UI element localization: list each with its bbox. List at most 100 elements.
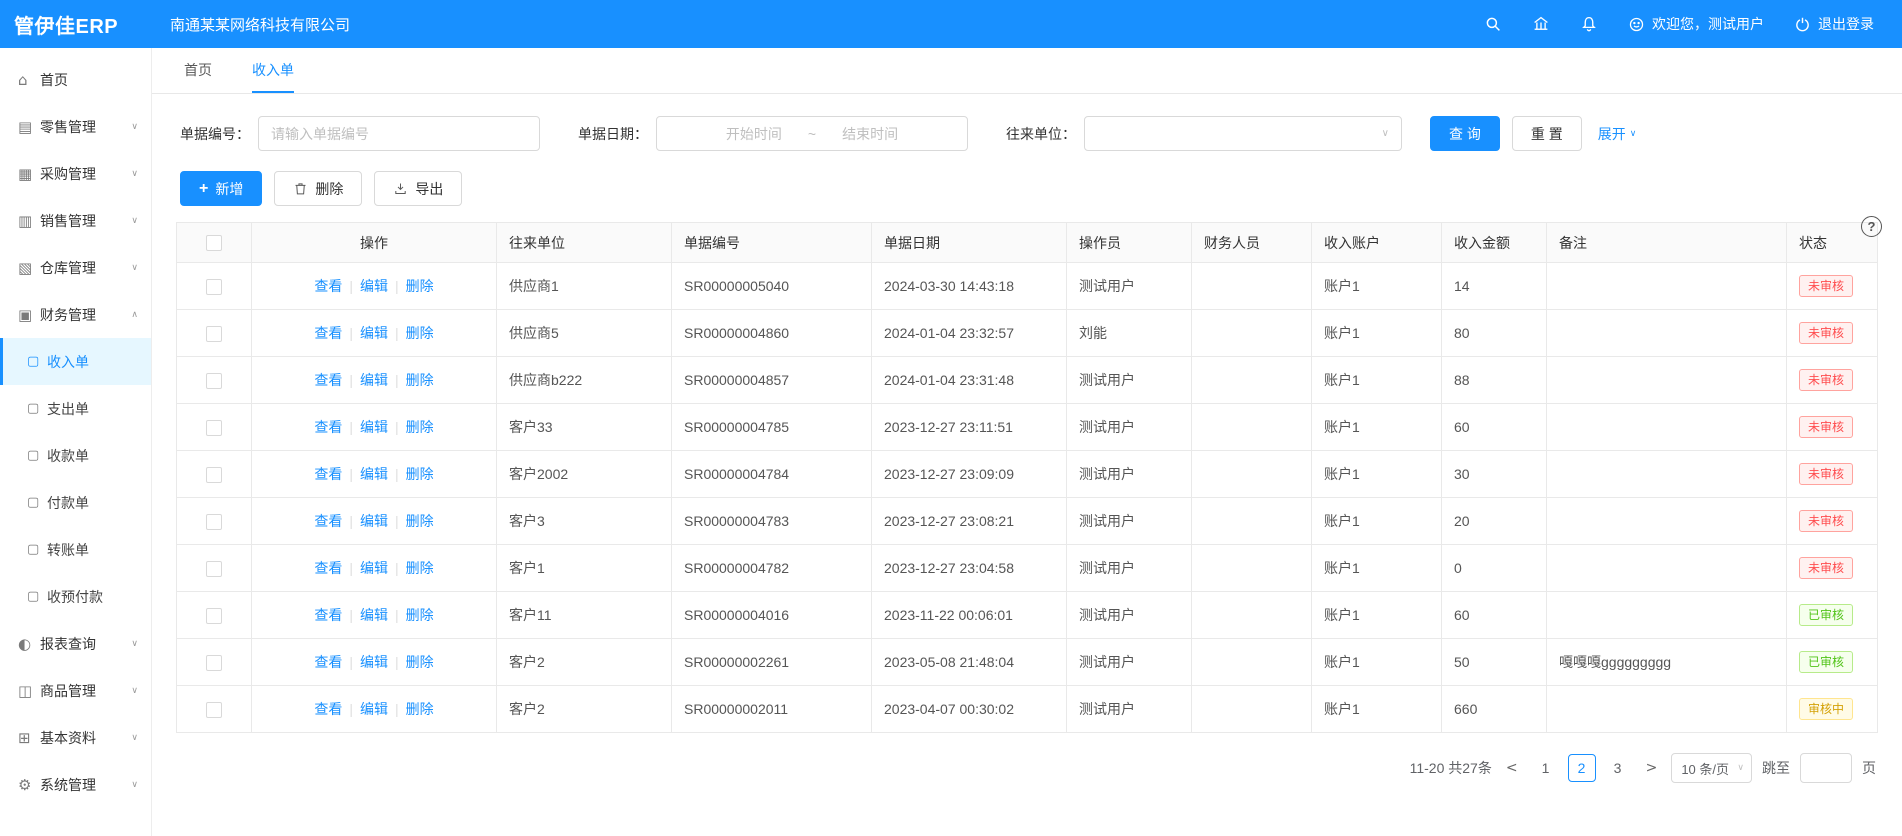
cell-document-number: SR00000002261 xyxy=(672,639,872,686)
row-action-delete[interactable]: 删除 xyxy=(406,560,434,576)
row-action-edit[interactable]: 编辑 xyxy=(360,372,388,388)
cell-document-number: SR00000004785 xyxy=(672,404,872,451)
cell-remark xyxy=(1547,498,1787,545)
row-action-delete[interactable]: 删除 xyxy=(406,654,434,670)
sidebar-subitem-label: 收入单 xyxy=(47,352,89,372)
tab-income-receipt[interactable]: 收入单 xyxy=(252,48,294,93)
row-action-delete[interactable]: 删除 xyxy=(406,513,434,529)
date-range-picker[interactable]: 开始时间 ~ 结束时间 xyxy=(656,116,968,151)
add-button[interactable]: + 新增 xyxy=(180,171,262,206)
sidebar-item-goods[interactable]: ◫商品管理∨ xyxy=(0,667,151,714)
row-checkbox[interactable] xyxy=(206,561,222,577)
prev-page-button[interactable]: < xyxy=(1502,760,1522,776)
bell-icon[interactable] xyxy=(1580,15,1598,33)
row-checkbox[interactable] xyxy=(206,655,222,671)
row-action-edit[interactable]: 编辑 xyxy=(360,560,388,576)
sidebar-item-basic[interactable]: ⊞基本资料∨ xyxy=(0,714,151,761)
row-action-view[interactable]: 查看 xyxy=(314,701,342,717)
sidebar-item-retail[interactable]: ▤零售管理∨ xyxy=(0,103,151,150)
counterparty-select[interactable]: ∨ xyxy=(1084,116,1402,151)
jump-page-input[interactable] xyxy=(1800,753,1852,783)
row-action-view[interactable]: 查看 xyxy=(314,513,342,529)
row-action-edit[interactable]: 编辑 xyxy=(360,513,388,529)
row-action-delete[interactable]: 删除 xyxy=(406,701,434,717)
chevron-down-icon: ∨ xyxy=(131,263,138,273)
page-button-1[interactable]: 1 xyxy=(1532,754,1560,782)
search-button[interactable]: 查 询 xyxy=(1430,116,1500,151)
row-checkbox[interactable] xyxy=(206,279,222,295)
row-action-edit[interactable]: 编辑 xyxy=(360,701,388,717)
sidebar-item-purchase[interactable]: ▦采购管理∨ xyxy=(0,150,151,197)
home-building-icon[interactable] xyxy=(1532,15,1550,33)
row-checkbox[interactable] xyxy=(206,514,222,530)
row-action-delete[interactable]: 删除 xyxy=(406,372,434,388)
sidebar-subitem-payment[interactable]: ▢付款单 xyxy=(0,479,151,526)
page-size-select[interactable]: 10 条/页 ∨ xyxy=(1671,753,1752,783)
row-action-view[interactable]: 查看 xyxy=(314,607,342,623)
counterparty-label: 往来单位： xyxy=(1006,124,1076,144)
row-action-view[interactable]: 查看 xyxy=(314,419,342,435)
search-icon[interactable] xyxy=(1484,15,1502,33)
expand-link[interactable]: 展开 ∨ xyxy=(1598,124,1637,144)
sidebar-item-sales[interactable]: ▥销售管理∨ xyxy=(0,197,151,244)
row-checkbox[interactable] xyxy=(206,702,222,718)
row-checkbox[interactable] xyxy=(206,608,222,624)
page-button-3[interactable]: 3 xyxy=(1604,754,1632,782)
row-action-view[interactable]: 查看 xyxy=(314,372,342,388)
row-action-delete[interactable]: 删除 xyxy=(406,278,434,294)
row-checkbox[interactable] xyxy=(206,326,222,342)
sidebar-item-home[interactable]: ⌂首页 xyxy=(0,56,151,103)
sidebar-item-system[interactable]: ⚙系统管理∨ xyxy=(0,761,151,808)
sidebar-subitem-transfer[interactable]: ▢转账单 xyxy=(0,526,151,573)
row-action-delete[interactable]: 删除 xyxy=(406,419,434,435)
row-action-edit[interactable]: 编辑 xyxy=(360,419,388,435)
chevron-down-icon: ∨ xyxy=(131,639,138,649)
row-action-delete[interactable]: 删除 xyxy=(406,607,434,623)
next-page-button[interactable]: > xyxy=(1642,760,1662,776)
page-button-2[interactable]: 2 xyxy=(1568,754,1596,782)
row-action-view[interactable]: 查看 xyxy=(314,654,342,670)
help-icon[interactable]: ? xyxy=(1861,216,1882,237)
cell-remark xyxy=(1547,263,1787,310)
welcome-user[interactable]: 欢迎您，测试用户 xyxy=(1628,14,1764,34)
row-action-view[interactable]: 查看 xyxy=(314,560,342,576)
select-all-checkbox[interactable] xyxy=(206,235,222,251)
sidebar-item-report[interactable]: ◐报表查询∨ xyxy=(0,620,151,667)
row-checkbox[interactable] xyxy=(206,467,222,483)
sidebar-subitem-receipt[interactable]: ▢收款单 xyxy=(0,432,151,479)
row-action-edit[interactable]: 编辑 xyxy=(360,325,388,341)
logout-button[interactable]: 退出登录 xyxy=(1794,14,1874,34)
basic-icon: ⊞ xyxy=(18,729,40,747)
row-action-edit[interactable]: 编辑 xyxy=(360,654,388,670)
row-action-view[interactable]: 查看 xyxy=(314,325,342,341)
row-checkbox[interactable] xyxy=(206,373,222,389)
sidebar-item-warehouse[interactable]: ▧仓库管理∨ xyxy=(0,244,151,291)
row-action-delete[interactable]: 删除 xyxy=(406,466,434,482)
status-badge: 未审核 xyxy=(1799,322,1853,344)
sidebar-subitem-income[interactable]: ▢收入单 xyxy=(0,338,151,385)
action-separator: | xyxy=(395,701,399,717)
sidebar-subitem-advance[interactable]: ▢收预付款 xyxy=(0,573,151,620)
reset-button[interactable]: 重 置 xyxy=(1512,116,1582,151)
status-badge: 未审核 xyxy=(1799,275,1853,297)
cell-income-amount: 50 xyxy=(1442,639,1547,686)
sidebar-subitem-expense[interactable]: ▢支出单 xyxy=(0,385,151,432)
row-action-edit[interactable]: 编辑 xyxy=(360,278,388,294)
export-button[interactable]: 导出 xyxy=(374,171,462,206)
action-separator: | xyxy=(349,513,353,529)
chevron-down-icon: ∨ xyxy=(131,216,138,226)
row-action-view[interactable]: 查看 xyxy=(314,466,342,482)
action-separator: | xyxy=(349,466,353,482)
row-action-view[interactable]: 查看 xyxy=(314,278,342,294)
row-checkbox[interactable] xyxy=(206,420,222,436)
sidebar-item-finance[interactable]: ▣财务管理∧ xyxy=(0,291,151,338)
app-logo[interactable]: 管伊佳ERP xyxy=(0,10,152,39)
row-action-edit[interactable]: 编辑 xyxy=(360,466,388,482)
document-number-input[interactable] xyxy=(258,116,540,151)
cell-finance-person xyxy=(1192,639,1312,686)
cell-income-account: 账户1 xyxy=(1312,263,1442,310)
delete-button[interactable]: 删除 xyxy=(274,171,362,206)
tab-home[interactable]: 首页 xyxy=(184,48,212,93)
row-action-edit[interactable]: 编辑 xyxy=(360,607,388,623)
row-action-delete[interactable]: 删除 xyxy=(406,325,434,341)
